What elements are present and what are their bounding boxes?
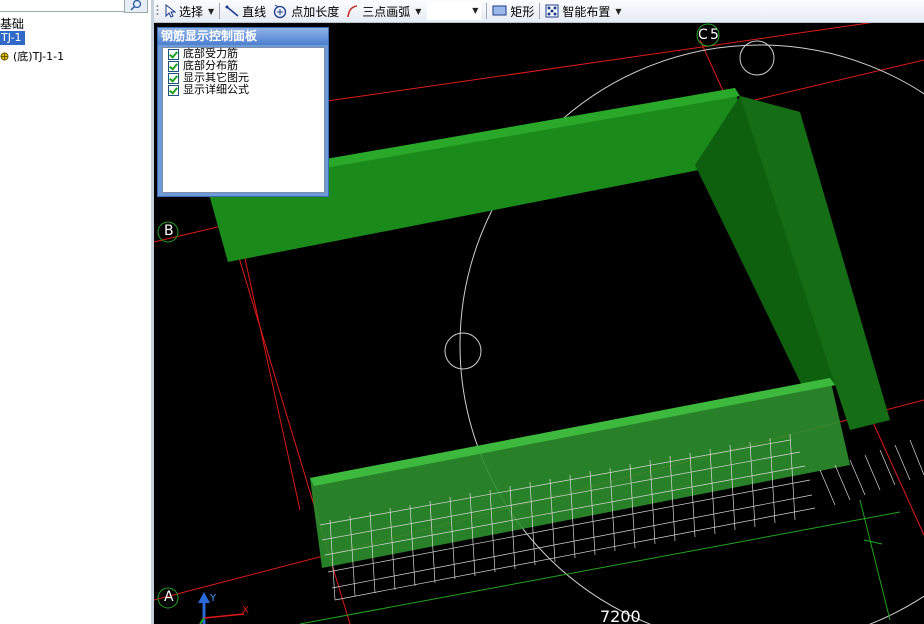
select-label: 选择 [179,4,204,19]
three-point-arc-label: 三点画弧 [362,4,411,19]
checkbox-show-formula[interactable]: 显示详细公式 [163,84,324,96]
checkbox-label: 显示详细公式 [183,83,249,96]
drawing-toolbar: 选择 ▼ 直线 点加长度 三点画弧 ▼ ▼ 矩形 智能布置 ▼ [154,0,924,23]
rectangle-button[interactable]: 矩形 [489,1,537,21]
panel-title[interactable]: 钢筋显示控制面板 [158,28,328,45]
dropdown-arrow-icon[interactable]: ▼ [415,7,421,16]
axis-label-5: 5 [710,27,719,43]
search-icon [130,0,142,11]
chevron-down-icon: ▼ [472,6,479,15]
arc-icon [347,5,358,18]
three-point-arc-button[interactable]: 三点画弧 ▼ [342,1,424,21]
checkbox-icon[interactable] [168,60,179,72]
tree-node-selected[interactable]: TJ-1 [0,31,25,45]
snap-marker [739,40,775,76]
line-label: 直线 [242,4,267,19]
axis-label-c: C [698,27,708,43]
smart-layout-icon [545,4,559,18]
toolbar-grip [154,1,161,21]
tree-node-foundation[interactable]: 基础 [0,15,24,32]
point-length-button[interactable]: 点加长度 [269,1,342,21]
line-icon [225,5,239,17]
snap-marker [444,332,482,370]
point-length-label: 点加长度 [291,4,340,19]
rectangle-label: 矩形 [510,4,535,19]
search-button[interactable] [124,0,148,13]
axis-label-a: A [164,589,174,605]
checkbox-icon[interactable] [168,48,179,60]
tree-node-child-label: (底)TJ-1-1 [13,50,65,63]
ucs-x-label: X [242,605,249,616]
axis-label-b: B [164,223,174,239]
rebar-display-panel: 钢筋显示控制面板 底部受力筋 底部分布筋 显示其它图元 显示详细公式 [157,27,329,197]
select-button[interactable]: 选择 ▼ [161,1,217,21]
component-icon [0,52,9,60]
panel-body: 底部受力筋 底部分布筋 显示其它图元 显示详细公式 [162,47,325,193]
toolbar-separator [486,3,488,19]
rectangle-icon [492,5,507,16]
checkbox-icon[interactable] [168,84,179,96]
checkbox-icon[interactable] [168,72,179,84]
tree-node-child[interactable]: (底)TJ-1-1 [0,48,64,64]
ucs-y-label: Y [210,593,217,604]
ucs-icon [198,592,245,624]
toolbar-separator [219,3,221,19]
dropdown-arrow-icon[interactable]: ▼ [615,7,621,16]
cursor-icon [165,4,176,18]
grip-icon [156,5,159,15]
smart-layout-button[interactable]: 智能布置 ▼ [542,1,624,21]
arc-option-select[interactable]: ▼ [427,2,482,20]
project-tree-panel: 基础 TJ-1 (底)TJ-1-1 [0,0,151,624]
toolbar-separator [539,3,541,19]
dimension-text: 7200 [600,607,641,624]
smart-layout-label: 智能布置 [562,4,611,19]
dropdown-arrow-icon[interactable]: ▼ [208,7,214,16]
line-button[interactable]: 直线 [222,1,269,21]
point-length-icon [274,4,287,19]
